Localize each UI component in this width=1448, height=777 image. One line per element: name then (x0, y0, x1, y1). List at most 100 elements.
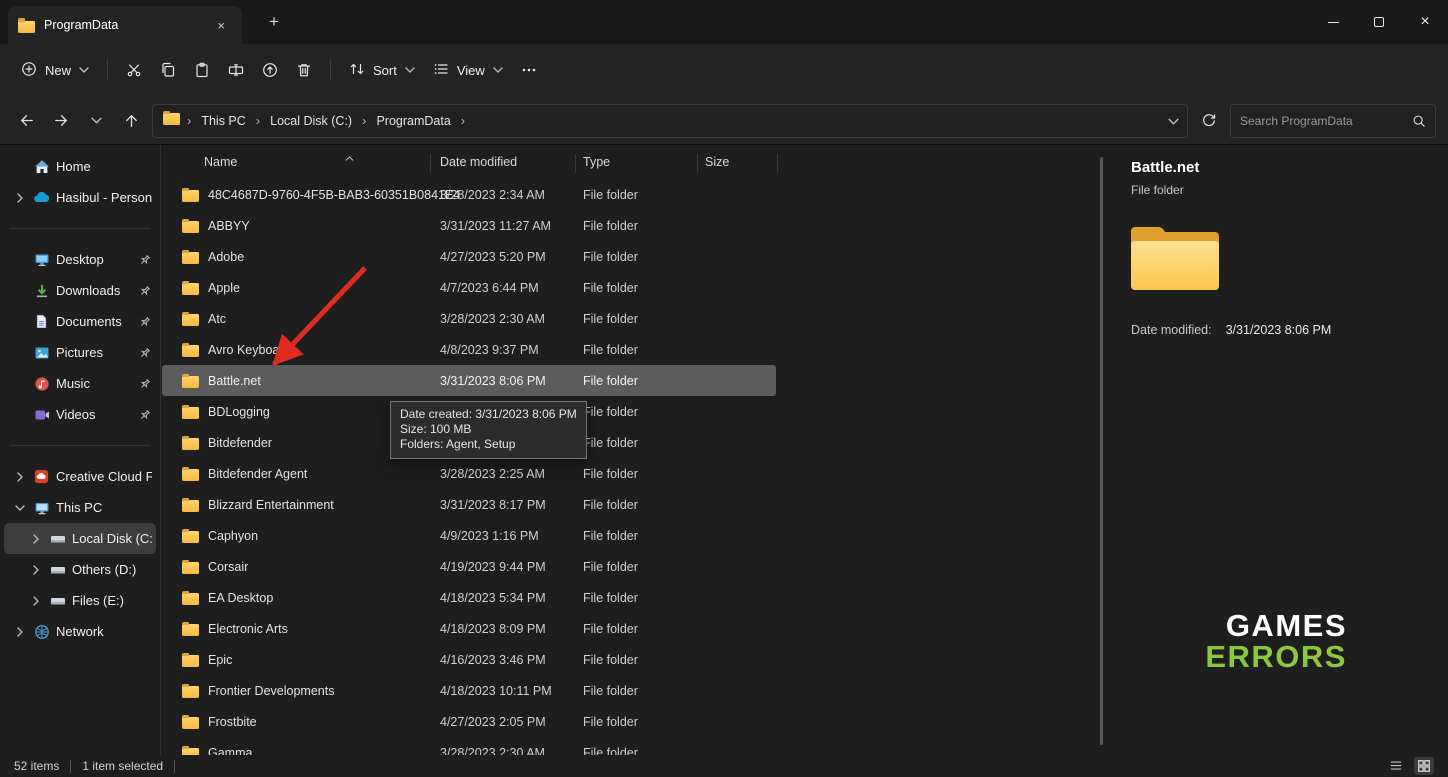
breadcrumb-this-pc[interactable]: This PC (194, 110, 252, 132)
file-type: File folder (583, 551, 638, 582)
file-row[interactable]: Atc 3/28/2023 2:30 AM File folder (162, 303, 776, 334)
sidebar-item-documents[interactable]: Documents (4, 306, 156, 337)
sidebar-item-local-disk-c[interactable]: Local Disk (C:) (4, 523, 156, 554)
sidebar-item-this-pc[interactable]: This PC (4, 492, 156, 523)
file-list-pane: Name Date modified Type Size 48C4687D-97… (162, 145, 1108, 755)
pictures-icon (33, 344, 50, 361)
column-divider[interactable] (430, 154, 431, 173)
address-dropdown-button[interactable] (1168, 112, 1179, 130)
explorer-tab[interactable]: ProgramData × (8, 6, 242, 44)
sidebar-item-home[interactable]: Home (4, 151, 156, 182)
file-row[interactable]: Caphyon 4/9/2023 1:16 PM File folder (162, 520, 776, 551)
sidebar-item-downloads[interactable]: Downloads (4, 275, 156, 306)
close-button[interactable]: × (1402, 0, 1448, 44)
back-button[interactable] (12, 107, 40, 135)
file-row[interactable]: Frostbite 4/27/2023 2:05 PM File folder (162, 706, 776, 737)
details-view-button[interactable] (1386, 757, 1406, 775)
plus-circle-icon (21, 61, 37, 80)
copy-icon (160, 62, 176, 78)
tab-close-icon[interactable]: × (210, 17, 232, 34)
large-icons-view-button[interactable] (1414, 757, 1434, 775)
file-row[interactable]: Gamma 3/28/2023 2:30 AM File folder (162, 737, 776, 755)
recent-locations-button[interactable] (82, 107, 110, 135)
chevron-right-icon[interactable] (12, 469, 27, 484)
file-row[interactable]: Blizzard Entertainment 3/31/2023 8:17 PM… (162, 489, 776, 520)
file-row[interactable]: EA Desktop 4/18/2023 5:34 PM File folder (162, 582, 776, 613)
chevron-down-icon[interactable] (12, 500, 27, 515)
file-row[interactable]: Apple 4/7/2023 6:44 PM File folder (162, 272, 776, 303)
column-header-type[interactable]: Type (583, 155, 610, 169)
file-row[interactable]: Avro Keyboard 4/8/2023 9:37 PM File fold… (162, 334, 776, 365)
file-row[interactable]: ABBYY 3/31/2023 11:27 AM File folder (162, 210, 776, 241)
search-icon[interactable] (1412, 114, 1426, 128)
chevron-right-icon[interactable] (28, 562, 43, 577)
new-tab-button[interactable]: + (262, 12, 286, 32)
sidebar-item-others-d[interactable]: Others (D:) (4, 554, 156, 585)
more-options-button[interactable] (512, 54, 546, 86)
sidebar-item-music[interactable]: Music (4, 368, 156, 399)
file-date: 4/8/2023 9:37 PM (440, 334, 539, 365)
file-row[interactable]: Adobe 4/27/2023 5:20 PM File folder (162, 241, 776, 272)
file-row[interactable]: Electronic Arts 4/18/2023 8:09 PM File f… (162, 613, 776, 644)
chevron-right-icon[interactable] (12, 624, 27, 639)
chevron-right-icon[interactable] (12, 190, 27, 205)
sidebar-label: Network (56, 624, 104, 639)
cut-button[interactable] (117, 54, 151, 86)
column-header-size[interactable]: Size (705, 155, 729, 169)
refresh-button[interactable] (1195, 107, 1223, 135)
sidebar-item-network[interactable]: Network (4, 616, 156, 647)
file-type: File folder (583, 489, 638, 520)
forward-arrow-icon (53, 112, 70, 129)
share-button[interactable] (253, 54, 287, 86)
column-headers: Name Date modified Type Size (162, 150, 1108, 176)
search-input[interactable] (1240, 114, 1406, 128)
sidebar-item-creative-cloud[interactable]: Creative Cloud Files (4, 461, 156, 492)
paste-button[interactable] (185, 54, 219, 86)
file-row[interactable]: Bitdefender Agent 3/28/2023 2:25 AM File… (162, 458, 776, 489)
sidebar-item-files-e[interactable]: Files (E:) (4, 585, 156, 616)
forward-button[interactable] (47, 107, 75, 135)
sort-button[interactable]: Sort (340, 54, 424, 87)
breadcrumb-programdata[interactable]: ProgramData (369, 110, 457, 132)
sidebar-label: Downloads (56, 283, 120, 298)
column-divider[interactable] (777, 154, 778, 173)
up-button[interactable] (117, 107, 145, 135)
file-date: 4/27/2023 5:20 PM (440, 241, 546, 272)
rename-button[interactable] (219, 54, 253, 86)
file-type: File folder (583, 737, 638, 755)
folder-icon (182, 655, 199, 667)
view-button[interactable]: View (424, 54, 512, 87)
column-divider[interactable] (697, 154, 698, 173)
copy-button[interactable] (151, 54, 185, 86)
file-row[interactable]: Epic 4/16/2023 3:46 PM File folder (162, 644, 776, 675)
selection-count: 1 item selected (82, 759, 163, 773)
address-bar-row: › This PC › Local Disk (C:) › ProgramDat… (0, 96, 1448, 145)
column-header-date[interactable]: Date modified (440, 155, 517, 169)
file-row[interactable]: 48C4687D-9760-4F5B-BAB3-60351B0841E4 3/2… (162, 179, 776, 210)
chevron-right-icon[interactable] (28, 593, 43, 608)
file-name: Apple (208, 281, 240, 295)
file-row[interactable]: Frontier Developments 4/18/2023 10:11 PM… (162, 675, 776, 706)
maximize-button[interactable] (1356, 0, 1402, 44)
sidebar-item-desktop[interactable]: Desktop (4, 244, 156, 275)
file-row-selected[interactable]: Battle.net 3/31/2023 8:06 PM File folder (162, 365, 776, 396)
sidebar-item-pictures[interactable]: Pictures (4, 337, 156, 368)
column-divider[interactable] (575, 154, 576, 173)
new-button[interactable]: New (12, 54, 98, 87)
breadcrumb-local-disk[interactable]: Local Disk (C:) (263, 110, 359, 132)
sidebar-item-videos[interactable]: Videos (4, 399, 156, 430)
sidebar-item-onedrive[interactable]: Hasibul - Personal (4, 182, 156, 213)
pin-icon (138, 377, 152, 391)
file-explorer-window: ProgramData × + × New (0, 0, 1448, 777)
vertical-scrollbar[interactable] (1100, 157, 1103, 745)
file-row[interactable]: Corsair 4/19/2023 9:44 PM File folder (162, 551, 776, 582)
chevron-right-icon[interactable] (28, 531, 43, 546)
address-breadcrumb-bar[interactable]: › This PC › Local Disk (C:) › ProgramDat… (152, 104, 1188, 138)
chevron-down-icon (493, 67, 503, 73)
drive-icon (49, 561, 66, 578)
pin-icon (138, 315, 152, 329)
folder-preview-icon (1131, 226, 1219, 290)
column-header-name[interactable]: Name (204, 155, 237, 169)
delete-button[interactable] (287, 54, 321, 86)
minimize-button[interactable] (1310, 0, 1356, 44)
